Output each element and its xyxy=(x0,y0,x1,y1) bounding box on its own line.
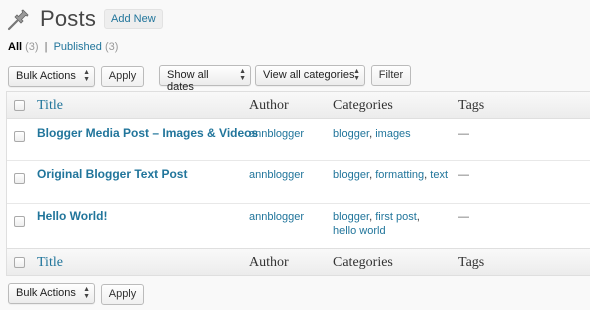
bulk-actions-select-top[interactable]: Bulk Actions ▲ ▼ xyxy=(8,66,95,87)
category-link[interactable]: blogger xyxy=(333,211,369,223)
filter-all-link[interactable]: All xyxy=(8,41,22,53)
column-tags: Tags xyxy=(458,255,485,270)
apply-button-bottom[interactable]: Apply xyxy=(101,284,144,305)
bulk-actions-label: Bulk Actions xyxy=(16,287,76,299)
categories-select[interactable]: View all categories ▲ ▼ xyxy=(255,65,365,86)
tags-cell: — xyxy=(458,169,469,181)
status-filter-links: All (3) | Published (3) xyxy=(8,41,118,53)
add-new-button[interactable]: Add New xyxy=(104,9,163,29)
category-link[interactable]: first post xyxy=(375,211,417,223)
table-row: Hello World! annblogger blogger, first p… xyxy=(7,204,590,249)
column-tags: Tags xyxy=(458,98,485,113)
page-header: Posts Add New xyxy=(6,4,163,34)
bulk-actions-select-bottom[interactable]: Bulk Actions ▲ ▼ xyxy=(8,283,95,304)
post-title-link[interactable]: Original Blogger Text Post xyxy=(37,167,187,181)
bulk-actions-label: Bulk Actions xyxy=(16,70,76,82)
categories-select-label: View all categories xyxy=(263,69,355,81)
page-title: Posts xyxy=(40,6,97,31)
updown-arrows-icon: ▲ ▼ xyxy=(83,69,90,83)
column-author: Author xyxy=(249,255,289,270)
filter-separator: | xyxy=(44,41,48,53)
table-footer: Title Author Categories Tags xyxy=(7,248,590,275)
category-link[interactable]: blogger xyxy=(333,169,369,181)
filter-all-count: (3) xyxy=(25,41,39,53)
row-checkbox[interactable] xyxy=(14,131,25,142)
category-link[interactable]: hello world xyxy=(333,225,386,237)
column-categories: Categories xyxy=(333,255,393,270)
updown-arrows-icon: ▲ ▼ xyxy=(239,68,246,82)
tags-cell: — xyxy=(458,128,469,140)
updown-arrows-icon: ▲ ▼ xyxy=(83,286,90,300)
filter-published-count: (3) xyxy=(104,41,119,53)
filter-button[interactable]: Filter xyxy=(371,65,411,86)
table-header: Title Author Categories Tags xyxy=(7,92,590,119)
dates-select-label: Show all dates xyxy=(167,69,209,93)
table-row: Original Blogger Text Post annblogger bl… xyxy=(7,161,590,204)
author-link[interactable]: annblogger xyxy=(249,168,304,182)
column-author: Author xyxy=(249,98,289,113)
dates-select[interactable]: Show all dates ▲ ▼ xyxy=(159,65,251,93)
category-link[interactable]: text xyxy=(430,169,448,181)
row-checkbox[interactable] xyxy=(14,173,25,184)
table-row: Blogger Media Post – Images & Videos ann… xyxy=(7,119,590,161)
author-link[interactable]: annblogger xyxy=(249,127,304,141)
tags-cell: — xyxy=(458,211,469,223)
category-link[interactable]: images xyxy=(375,128,410,140)
category-link[interactable]: formatting xyxy=(375,169,424,181)
apply-button-top[interactable]: Apply xyxy=(101,66,144,87)
post-title-link[interactable]: Blogger Media Post – Images & Videos xyxy=(37,126,258,140)
categories-cell: blogger, formatting, text xyxy=(333,169,448,181)
column-title[interactable]: Title xyxy=(37,255,63,271)
posts-table: Title Author Categories Tags Blogger Med… xyxy=(6,91,590,276)
column-categories: Categories xyxy=(333,98,393,113)
categories-cell: blogger, first post, hello world xyxy=(333,211,420,237)
column-title[interactable]: Title xyxy=(37,98,63,114)
category-link[interactable]: blogger xyxy=(333,128,369,140)
select-all-checkbox[interactable] xyxy=(14,257,25,268)
row-checkbox[interactable] xyxy=(14,216,25,227)
select-all-checkbox[interactable] xyxy=(14,100,25,111)
filter-published-link[interactable]: Published xyxy=(54,41,102,53)
author-link[interactable]: annblogger xyxy=(249,210,304,224)
post-title-link[interactable]: Hello World! xyxy=(37,209,107,223)
updown-arrows-icon: ▲ ▼ xyxy=(353,68,360,82)
categories-cell: blogger, images xyxy=(333,128,411,140)
pushpin-icon xyxy=(6,6,32,32)
